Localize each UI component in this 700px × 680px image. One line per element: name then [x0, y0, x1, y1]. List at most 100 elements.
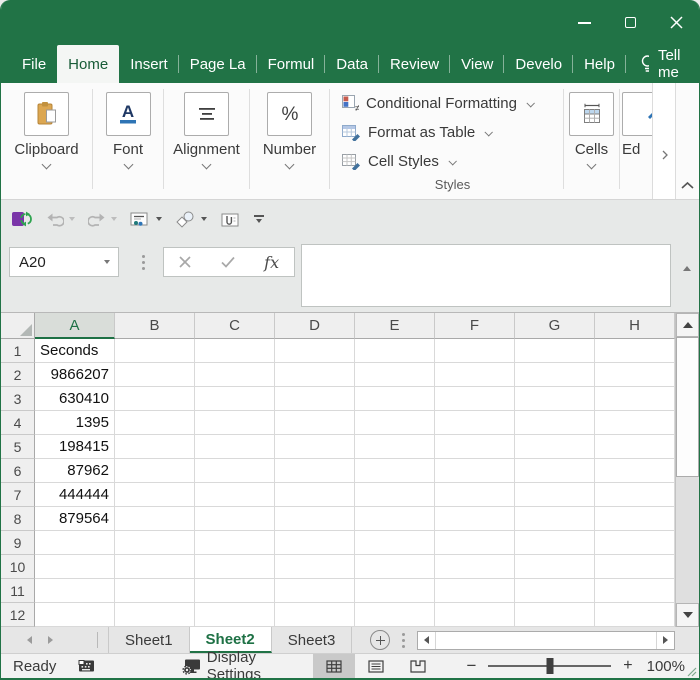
conditional-formatting-button[interactable]: ≠ Conditional Formatting — [342, 89, 563, 118]
shapes-dropdown-icon[interactable] — [201, 217, 207, 221]
number-group-button[interactable]: % Number — [250, 83, 329, 199]
cell-c8[interactable] — [195, 507, 275, 531]
cell-h2[interactable] — [595, 363, 675, 387]
cell-f11[interactable] — [435, 579, 515, 603]
cell-c10[interactable] — [195, 555, 275, 579]
cell-b4[interactable] — [115, 411, 195, 435]
row-header-6[interactable]: 6 — [1, 459, 35, 483]
cell-f9[interactable] — [435, 531, 515, 555]
cell-g7[interactable] — [515, 483, 595, 507]
cell-h11[interactable] — [595, 579, 675, 603]
name-box-dropdown-icon[interactable] — [104, 260, 110, 264]
row-header-7[interactable]: 7 — [1, 483, 35, 507]
sheet-options-grip[interactable] — [402, 633, 405, 648]
contact-card-button[interactable] — [130, 211, 162, 228]
expand-formula-bar-icon[interactable] — [683, 266, 691, 271]
column-header-e[interactable]: E — [355, 313, 435, 339]
cell-d12[interactable] — [275, 603, 355, 627]
cell-g10[interactable] — [515, 555, 595, 579]
cell-h4[interactable] — [595, 411, 675, 435]
row-header-8[interactable]: 8 — [1, 507, 35, 531]
cell-d3[interactable] — [275, 387, 355, 411]
cell-f8[interactable] — [435, 507, 515, 531]
column-header-c[interactable]: C — [195, 313, 275, 339]
cell-e5[interactable] — [355, 435, 435, 459]
redo-dropdown-icon[interactable] — [111, 217, 117, 221]
row-header-4[interactable]: 4 — [1, 411, 35, 435]
cell-a6[interactable]: 87962 — [35, 459, 115, 483]
vertical-scroll-thumb[interactable] — [676, 337, 699, 477]
display-settings-button[interactable]: Display Settings — [182, 649, 300, 680]
tab-formul[interactable]: Formul — [257, 45, 326, 83]
cell-d9[interactable] — [275, 531, 355, 555]
cell-f4[interactable] — [435, 411, 515, 435]
attach-file-button[interactable] — [220, 211, 241, 228]
cell-b6[interactable] — [115, 459, 195, 483]
cell-e8[interactable] — [355, 507, 435, 531]
cell-a12[interactable] — [35, 603, 115, 627]
cell-b5[interactable] — [115, 435, 195, 459]
cell-g5[interactable] — [515, 435, 595, 459]
cell-e3[interactable] — [355, 387, 435, 411]
page-break-view-button[interactable] — [397, 654, 439, 679]
vertical-scrollbar[interactable] — [675, 313, 699, 627]
scroll-down-button[interactable] — [676, 603, 699, 627]
row-header-1[interactable]: 1 — [1, 339, 35, 363]
cell-f7[interactable] — [435, 483, 515, 507]
cell-e9[interactable] — [355, 531, 435, 555]
tab-data[interactable]: Data — [325, 45, 379, 83]
cell-g4[interactable] — [515, 411, 595, 435]
cell-h10[interactable] — [595, 555, 675, 579]
contact-card-dropdown-icon[interactable] — [156, 217, 162, 221]
cell-a5[interactable]: 198415 — [35, 435, 115, 459]
tab-home[interactable]: Home — [57, 45, 119, 83]
tell-me-button[interactable]: Tell me — [628, 45, 699, 83]
cell-c5[interactable] — [195, 435, 275, 459]
row-header-12[interactable]: 12 — [1, 603, 35, 627]
zoom-in-button[interactable]: + — [623, 657, 632, 675]
keyboard-button[interactable] — [78, 659, 96, 673]
cell-h12[interactable] — [595, 603, 675, 627]
cell-c3[interactable] — [195, 387, 275, 411]
cell-b1[interactable] — [115, 339, 195, 363]
zoom-slider[interactable] — [488, 665, 611, 667]
cell-e4[interactable] — [355, 411, 435, 435]
cell-c1[interactable] — [195, 339, 275, 363]
cell-e11[interactable] — [355, 579, 435, 603]
row-header-9[interactable]: 9 — [1, 531, 35, 555]
cell-h8[interactable] — [595, 507, 675, 531]
scroll-right-button[interactable] — [656, 632, 674, 649]
cell-b10[interactable] — [115, 555, 195, 579]
cell-a9[interactable] — [35, 531, 115, 555]
cell-f10[interactable] — [435, 555, 515, 579]
tab-file[interactable]: File — [11, 45, 57, 83]
insert-function-icon[interactable]: fx — [264, 253, 279, 272]
cell-c12[interactable] — [195, 603, 275, 627]
column-header-h[interactable]: H — [595, 313, 675, 339]
resize-grip-icon[interactable] — [686, 666, 698, 678]
enter-icon[interactable] — [221, 256, 235, 268]
collapse-ribbon-button[interactable] — [676, 83, 699, 199]
horizontal-scroll-track[interactable] — [436, 632, 656, 649]
sheet-tab-sheet1[interactable]: Sheet1 — [108, 627, 190, 653]
close-button[interactable] — [653, 0, 699, 45]
alignment-group-button[interactable]: Alignment — [164, 83, 249, 199]
cell-d8[interactable] — [275, 507, 355, 531]
cell-a7[interactable]: 444444 — [35, 483, 115, 507]
cell-e12[interactable] — [355, 603, 435, 627]
row-header-11[interactable]: 11 — [1, 579, 35, 603]
cell-c2[interactable] — [195, 363, 275, 387]
cell-f3[interactable] — [435, 387, 515, 411]
cell-e6[interactable] — [355, 459, 435, 483]
format-as-table-button[interactable]: Format as Table — [342, 118, 563, 147]
shapes-button[interactable] — [175, 210, 207, 229]
cell-d4[interactable] — [275, 411, 355, 435]
previous-sheet-button[interactable] — [27, 636, 32, 644]
normal-view-button[interactable] — [313, 654, 355, 679]
cell-c11[interactable] — [195, 579, 275, 603]
tab-view[interactable]: View — [450, 45, 504, 83]
page-layout-view-button[interactable] — [355, 654, 397, 679]
cell-a3[interactable]: 630410 — [35, 387, 115, 411]
cell-d5[interactable] — [275, 435, 355, 459]
cell-d1[interactable] — [275, 339, 355, 363]
